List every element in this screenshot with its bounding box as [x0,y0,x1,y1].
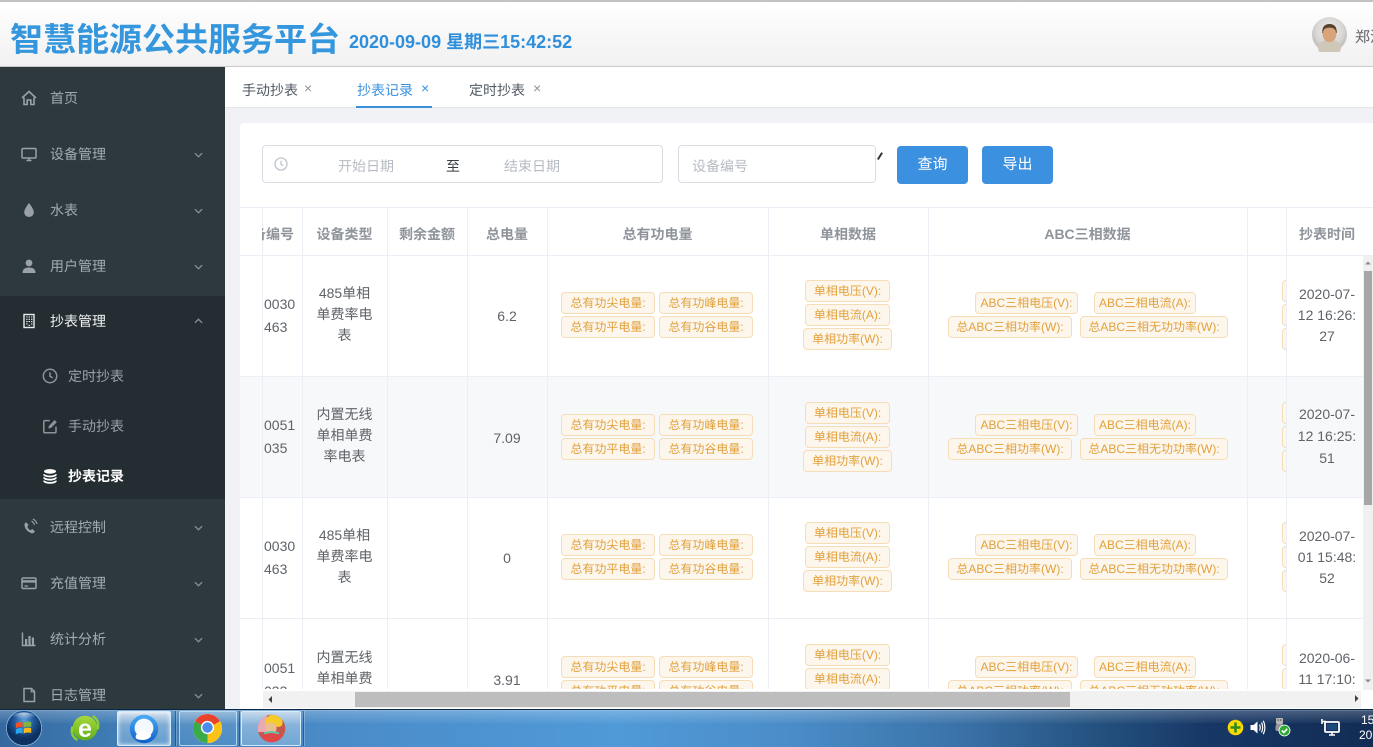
svg-text:e: e [78,715,92,743]
